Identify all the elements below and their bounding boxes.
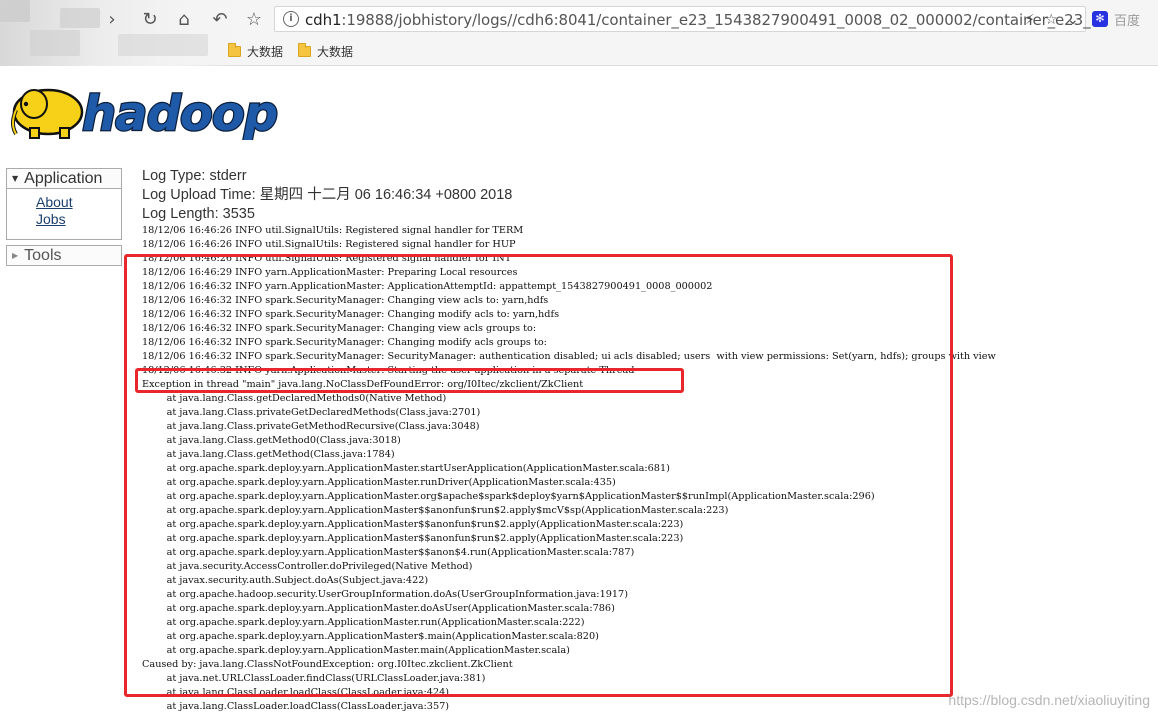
forward-icon[interactable]: ›: [100, 7, 124, 31]
tools-menu-label: Tools: [24, 246, 62, 264]
browser-toolbar: › ↻ ⌂ ↶ ☆ i cdh1:19888/jobhistory/logs//…: [0, 0, 1158, 66]
log-line: at java.lang.Class.getDeclaredMethods0(N…: [142, 393, 447, 404]
log-line: at org.apache.spark.deploy.yarn.Applicat…: [142, 491, 875, 502]
log-line: at java.net.URLClassLoader.findClass(URL…: [142, 673, 486, 684]
log-line: 18/12/06 16:46:32 INFO spark.SecurityMan…: [142, 295, 549, 306]
application-menu-label: Application: [24, 169, 103, 187]
folder-icon: [298, 42, 311, 57]
log-line: 18/12/06 16:46:32 INFO spark.SecurityMan…: [142, 323, 537, 334]
log-text: 18/12/06 16:46:26 INFO util.SignalUtils:…: [142, 224, 1158, 714]
log-line: 18/12/06 16:46:32 INFO spark.SecurityMan…: [142, 337, 547, 348]
log-line: at java.lang.Class.privateGetMethodRecur…: [142, 421, 480, 432]
log-line: at org.apache.spark.deploy.yarn.Applicat…: [142, 463, 670, 474]
log-line: 18/12/06 16:46:26 INFO util.SignalUtils:…: [142, 225, 524, 236]
log-line: at java.lang.Class.getMethod(Class.java:…: [142, 449, 395, 460]
hadoop-logo[interactable]: hadoop: [8, 80, 308, 140]
log-line: 18/12/06 16:46:32 INFO yarn.ApplicationM…: [142, 365, 635, 376]
log-line: at javax.security.auth.Subject.doAs(Subj…: [142, 575, 429, 586]
log-line: at org.apache.spark.deploy.yarn.Applicat…: [142, 533, 684, 544]
log-line: at org.apache.hadoop.security.UserGroupI…: [142, 589, 629, 600]
log-upload-time: Log Upload Time: 星期四 十二月 06 16:46:34 +08…: [142, 187, 513, 203]
log-line: at org.apache.spark.deploy.yarn.Applicat…: [142, 519, 684, 530]
home-icon[interactable]: ⌂: [172, 7, 196, 31]
elephant-icon: [11, 88, 84, 139]
undo-icon[interactable]: ↶: [208, 7, 232, 31]
log-line: at org.apache.spark.deploy.yarn.Applicat…: [142, 645, 570, 656]
log-line: at org.apache.spark.deploy.yarn.Applicat…: [142, 477, 616, 488]
flash-icon[interactable]: ⚡: [1025, 12, 1035, 28]
folder-icon: [228, 42, 241, 57]
log-line: at java.lang.Class.getMethod0(Class.java…: [142, 435, 401, 446]
about-link[interactable]: About: [36, 194, 121, 211]
bookmarks-bar: 大数据 大数据: [0, 38, 1158, 64]
bookmark-star-icon[interactable]: ☆: [242, 7, 266, 31]
browser-chrome: › ↻ ⌂ ↶ ☆ i cdh1:19888/jobhistory/logs//…: [0, 0, 1158, 66]
application-menu-links: About Jobs: [6, 189, 122, 240]
baidu-paw-icon: ✻: [1092, 11, 1108, 27]
info-icon[interactable]: i: [283, 11, 299, 27]
log-line: at org.apache.spark.deploy.yarn.Applicat…: [142, 547, 635, 558]
triangle-right-icon: ▶: [12, 251, 19, 260]
log-line: 18/12/06 16:46:32 INFO spark.SecurityMan…: [142, 309, 560, 320]
reload-icon[interactable]: ↻: [138, 7, 162, 31]
jobs-link[interactable]: Jobs: [36, 211, 121, 228]
log-line: 18/12/06 16:46:26 INFO util.SignalUtils:…: [142, 239, 516, 250]
sidebar: ▼ Application About Jobs ▶ Tools: [6, 168, 122, 266]
log-line: 18/12/06 16:46:26 INFO util.SignalUtils:…: [142, 253, 512, 264]
log-line: Caused by: java.lang.ClassNotFoundExcept…: [142, 659, 513, 670]
log-line: Exception in thread "main" java.lang.NoC…: [142, 379, 584, 390]
application-menu-toggle[interactable]: ▼ Application: [6, 168, 122, 189]
log-length: Log Length: 3535: [142, 206, 255, 222]
bookmark-folder-2[interactable]: 大数据: [298, 42, 353, 60]
bookmark-label: 大数据: [317, 44, 354, 59]
address-bar[interactable]: i cdh1:19888/jobhistory/logs//cdh6:8041/…: [274, 6, 1105, 32]
url-host: cdh1: [305, 11, 342, 29]
log-line: at org.apache.spark.deploy.yarn.Applicat…: [142, 603, 615, 614]
log-line: at java.security.AccessController.doPriv…: [142, 561, 473, 572]
tools-menu-toggle[interactable]: ▶ Tools: [6, 245, 122, 266]
chevron-down-icon[interactable]: ⌄: [1067, 12, 1079, 28]
search-engine-box[interactable]: ✻ 百度: [1092, 9, 1140, 29]
log-content: Log Type: stderr Log Upload Time: 星期四 十二…: [142, 167, 1158, 714]
favorite-star-icon[interactable]: ☆: [1045, 12, 1058, 28]
log-line: 18/12/06 16:46:29 INFO yarn.ApplicationM…: [142, 267, 518, 278]
log-type: Log Type: stderr: [142, 168, 247, 184]
bookmark-label: 大数据: [247, 44, 284, 59]
log-line: at org.apache.spark.deploy.yarn.Applicat…: [142, 505, 729, 516]
watermark: https://blog.csdn.net/xiaoliuyiting: [948, 692, 1150, 708]
log-line: 18/12/06 16:46:32 INFO yarn.ApplicationM…: [142, 281, 713, 292]
search-engine-name: 百度: [1114, 13, 1141, 29]
log-line: 18/12/06 16:46:32 INFO spark.SecurityMan…: [142, 351, 996, 362]
log-line: at org.apache.spark.deploy.yarn.Applicat…: [142, 617, 585, 628]
bookmark-folder-1[interactable]: 大数据: [228, 42, 283, 60]
logo-text: hadoop: [82, 86, 277, 140]
triangle-down-icon: ▼: [12, 174, 19, 183]
log-line: at org.apache.spark.deploy.yarn.Applicat…: [142, 631, 599, 642]
url-text[interactable]: cdh1:19888/jobhistory/logs//cdh6:8041/co…: [305, 11, 1105, 29]
log-line: at java.lang.Class.privateGetDeclaredMet…: [142, 407, 481, 418]
url-path: :19888/jobhistory/logs//cdh6:8041/contai…: [341, 11, 1105, 29]
